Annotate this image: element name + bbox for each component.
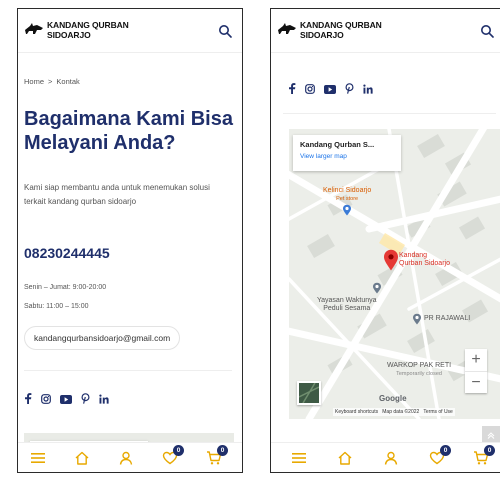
wishlist-count-badge: 0 <box>440 445 451 456</box>
facebook-icon[interactable] <box>288 81 296 99</box>
google-logo: Google <box>379 394 407 403</box>
site-header: KANDANG QURBAN SIDOARJO <box>271 9 500 53</box>
linkedin-icon[interactable] <box>99 391 109 409</box>
poi-kandang-qurban[interactable]: Kandang Qurban Sidoarjo <box>399 252 450 268</box>
page-description: Kami siap membantu anda untuk menemukan … <box>24 183 210 206</box>
map-data-notice: Map data ©2022 <box>382 409 420 415</box>
logo-line1: KANDANG QURBAN <box>300 20 382 30</box>
goat-logo-icon <box>25 23 43 34</box>
phone-screen-contact: KANDANG QURBAN SIDOARJO Home > Kontak Baga… <box>17 8 243 473</box>
poi-pr-rajawali[interactable]: PR RAJAWALI <box>424 315 470 323</box>
menu-icon[interactable] <box>291 450 307 466</box>
location-pin-icon[interactable] <box>383 249 399 271</box>
logo-line2: SIDOARJO <box>47 30 91 40</box>
instagram-icon[interactable] <box>41 391 51 409</box>
cart-button[interactable]: 0 <box>473 445 495 466</box>
search-icon[interactable] <box>480 24 494 38</box>
youtube-icon[interactable] <box>60 391 72 409</box>
view-larger-map-link[interactable]: View larger map <box>300 153 394 160</box>
youtube-icon[interactable] <box>324 81 336 99</box>
home-icon[interactable] <box>337 450 353 466</box>
keyboard-shortcuts-link[interactable]: Keyboard shortcuts <box>335 409 378 415</box>
pr-rajawali-pin-icon <box>413 313 421 325</box>
site-header: KANDANG QURBAN SIDOARJO <box>18 9 242 53</box>
menu-icon[interactable] <box>30 450 46 466</box>
breadcrumb-current: Kontak <box>56 77 80 86</box>
map-footer: Keyboard shortcuts Map data ©2022 Terms … <box>333 408 455 416</box>
cart-count-badge: 0 <box>217 445 228 456</box>
breadcrumb: Home > Kontak <box>24 77 80 86</box>
google-map-embed[interactable]: Kandang Qurban S... View larger map Keli… <box>289 129 500 419</box>
map-place-name: Kandang Qurban S... <box>300 140 375 149</box>
bottom-navigation: 0 0 <box>18 442 242 472</box>
social-links <box>24 391 109 409</box>
bottom-navigation: 0 0 <box>271 442 500 472</box>
email-link[interactable]: kandangqurbansidoarjo@gmail.com <box>24 326 181 350</box>
poi-kelinci-sidoarjo[interactable]: Kelinci Sidoarjo Pet store <box>323 187 371 216</box>
site-logo[interactable]: KANDANG QURBAN SIDOARJO <box>277 19 387 43</box>
map-zoom-controls: + − <box>465 349 487 393</box>
poi-yayasan-waktunya[interactable]: Yayasan Waktunya Peduli Sesama <box>317 297 377 313</box>
map-info-box: Kandang Qurban S... View larger map <box>293 135 401 171</box>
terms-link[interactable]: Terms of Use <box>423 409 452 415</box>
home-icon[interactable] <box>74 450 90 466</box>
pet-store-pin-icon <box>343 204 352 216</box>
wishlist-count-badge: 0 <box>173 445 184 456</box>
gray-pin-icon <box>373 282 381 294</box>
chevron-up-icon <box>487 432 495 439</box>
site-logo[interactable]: KANDANG QURBAN SIDOARJO <box>24 19 134 43</box>
goat-logo-icon <box>278 23 296 34</box>
cart-count-badge: 0 <box>484 445 495 456</box>
hours-weekday: Senin – Jumat: 9:00-20:00 <box>24 284 107 291</box>
phone-number[interactable]: 08230244445 <box>24 245 110 261</box>
divider <box>283 113 496 114</box>
breadcrumb-separator: > <box>48 77 53 86</box>
logo-line1: KANDANG QURBAN <box>47 20 129 30</box>
facebook-icon[interactable] <box>24 391 32 409</box>
divider <box>24 370 232 371</box>
breadcrumb-home[interactable]: Home <box>24 77 44 86</box>
account-icon[interactable] <box>118 450 134 466</box>
instagram-icon[interactable] <box>305 81 315 99</box>
zoom-in-button[interactable]: + <box>465 349 487 371</box>
search-icon[interactable] <box>218 24 232 38</box>
hours-saturday: Sabtu: 11:00 – 15:00 <box>24 303 89 310</box>
poi-warkop-pak-reti[interactable]: WARKOP PAK RETI Temporarily closed <box>387 362 451 378</box>
wishlist-button[interactable]: 0 <box>162 445 184 466</box>
phone-screen-map: KANDANG QURBAN SIDOARJO Kandang Qurban S… <box>270 8 500 473</box>
opening-hours: Senin – Jumat: 9:00-20:00 Sabtu: 11:00 –… <box>24 278 106 316</box>
page-title: Bagaimana Kami Bisa Melayani Anda? <box>24 108 233 154</box>
account-icon[interactable] <box>383 450 399 466</box>
cart-button[interactable]: 0 <box>206 445 228 466</box>
satellite-toggle[interactable] <box>297 381 321 405</box>
logo-line2: SIDOARJO <box>300 30 344 40</box>
social-links <box>288 81 373 99</box>
wishlist-button[interactable]: 0 <box>429 445 451 466</box>
linkedin-icon[interactable] <box>363 81 373 99</box>
satellite-layer-icon <box>298 382 320 404</box>
pinterest-icon[interactable] <box>81 391 90 409</box>
pinterest-icon[interactable] <box>345 81 354 99</box>
zoom-out-button[interactable]: − <box>465 371 487 393</box>
